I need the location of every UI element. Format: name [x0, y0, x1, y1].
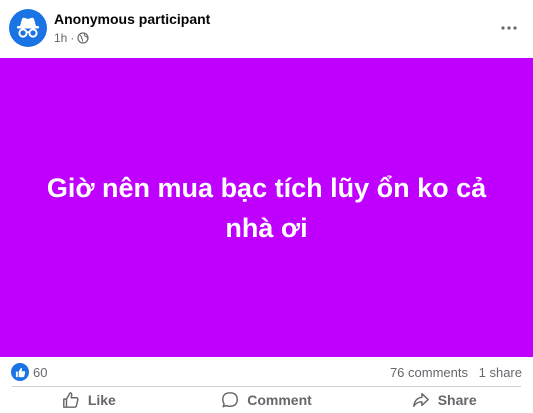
- globe-icon: [77, 32, 89, 44]
- reaction-count[interactable]: 60: [33, 365, 47, 380]
- post-text: Giờ nên mua bạc tích lũy ổn ko cả nhà ơi: [46, 172, 487, 243]
- speech-bubble-icon: [222, 392, 239, 408]
- post-card: Anonymous participant 1h · Giờ nên mua b…: [0, 0, 533, 413]
- post-time[interactable]: 1h: [54, 31, 67, 45]
- post-meta: 1h ·: [54, 31, 89, 45]
- author-name[interactable]: Anonymous participant: [54, 11, 210, 27]
- avatar[interactable]: [9, 9, 47, 47]
- post-stats: 60 76 comments 1 share: [0, 357, 533, 387]
- action-bar: Like Comment Share: [0, 387, 533, 413]
- comment-label: Comment: [247, 392, 312, 408]
- shares-count[interactable]: 1 share: [479, 365, 522, 380]
- meta-separator: ·: [70, 31, 75, 45]
- more-options-button[interactable]: [495, 14, 523, 42]
- more-horizontal-icon: [501, 26, 517, 30]
- post-header: Anonymous participant 1h ·: [0, 0, 533, 57]
- share-label: Share: [437, 392, 477, 408]
- share-button[interactable]: Share: [355, 387, 533, 413]
- like-label: Like: [87, 392, 116, 408]
- anonymous-incognito-icon: [17, 17, 39, 38]
- comment-button[interactable]: Comment: [178, 387, 356, 413]
- thumbs-up-icon[interactable]: [11, 363, 29, 381]
- like-button[interactable]: Like: [0, 387, 178, 413]
- thumbs-up-outline-icon: [62, 392, 79, 408]
- comments-count[interactable]: 76 comments: [390, 365, 468, 380]
- post-background: Giờ nên mua bạc tích lũy ổn ko cả nhà ơi: [0, 58, 533, 357]
- share-arrow-icon: [412, 392, 429, 408]
